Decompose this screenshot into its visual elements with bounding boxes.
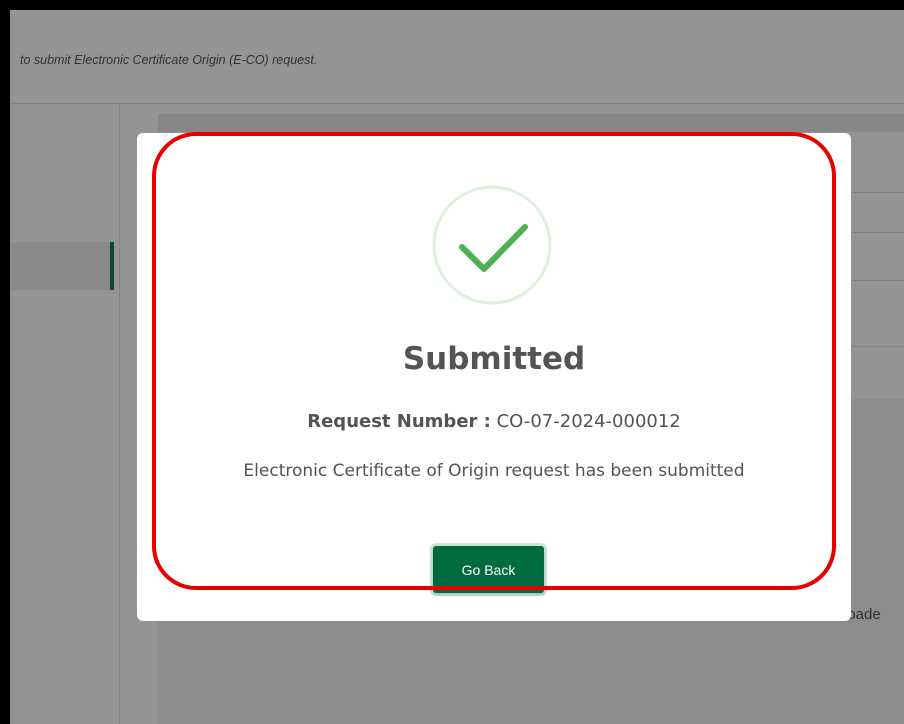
modal-message: Electronic Certificate of Origin request… — [243, 461, 745, 481]
request-number-value: CO-07-2024-000012 — [496, 411, 681, 432]
request-number-line: Request Number : CO-07-2024-000012 — [137, 411, 851, 432]
request-number-label: Request Number : — [307, 411, 491, 432]
checkmark-circle-icon — [432, 185, 552, 305]
go-back-button[interactable]: Go Back — [433, 546, 544, 593]
modal-title: Submitted — [402, 341, 586, 377]
